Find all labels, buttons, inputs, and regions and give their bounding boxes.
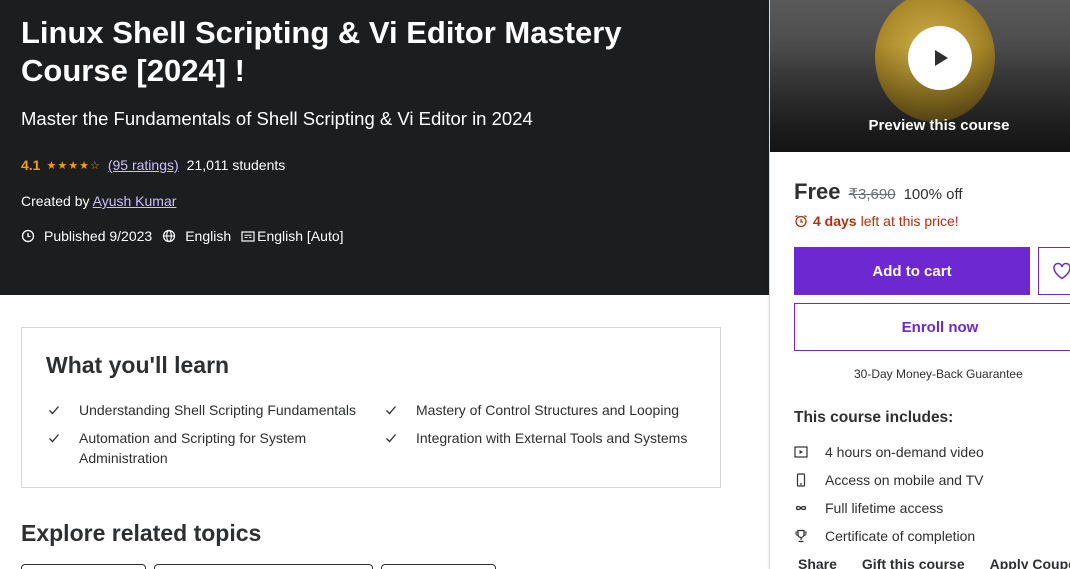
- includes-title: This course includes:: [794, 409, 954, 426]
- globe-icon: [163, 229, 176, 243]
- star-icon: ★: [68, 159, 79, 172]
- include-item-label: Certificate of completion: [825, 528, 976, 544]
- learn-item: Mastery of Control Structures and Loopin…: [385, 400, 705, 420]
- explore-title: Explore related topics: [21, 520, 262, 546]
- infinity-icon: [795, 505, 807, 511]
- play-button[interactable]: [908, 26, 972, 90]
- created-by-label: Created by: [21, 193, 90, 209]
- author-link[interactable]: Ayush Kumar: [93, 193, 177, 209]
- learn-item: Integration with External Tools and Syst…: [385, 428, 705, 448]
- deadline-text: left at this price!: [860, 213, 959, 229]
- video-icon: [794, 446, 808, 458]
- money-back-guarantee: 30-Day Money-Back Guarantee: [854, 367, 1023, 381]
- captions-icon: [241, 231, 255, 242]
- heart-icon: [1053, 262, 1070, 280]
- learn-item-text: Understanding Shell Scripting Fundamenta…: [79, 402, 357, 418]
- check-icon: [49, 434, 59, 443]
- star-icon: ★: [46, 159, 57, 172]
- learn-title: What you'll learn: [46, 352, 230, 378]
- ratings-link[interactable]: (95 ratings): [108, 157, 179, 173]
- students-count: 21,011 students: [186, 157, 286, 173]
- include-item: Access on mobile and TV: [794, 466, 984, 494]
- rating-value: 4.1: [21, 157, 41, 173]
- course-captions: English [Auto]: [257, 228, 344, 244]
- published-item: Published 9/2023: [21, 228, 152, 244]
- learn-item-text: Automation and Scripting for System Admi…: [79, 430, 307, 466]
- discount-percent: 100% off: [903, 186, 963, 203]
- enroll-now-button[interactable]: Enroll now: [794, 303, 1070, 351]
- course-title: Linux Shell Scripting & Vi Editor Master…: [21, 15, 622, 88]
- topic-pill[interactable]: [154, 564, 373, 569]
- enroll-now-label: Enroll now: [901, 318, 979, 336]
- published-date: Published 9/2023: [44, 228, 153, 244]
- current-price: Free: [794, 179, 841, 204]
- star-outline-icon: ☆: [89, 159, 100, 172]
- include-item-label: 4 hours on-demand video: [825, 444, 984, 460]
- alarm-clock-icon: [795, 215, 807, 228]
- topic-pill[interactable]: [381, 564, 496, 569]
- rating-stars: ★ ★ ★ ★ ☆: [46, 159, 99, 172]
- course-preview[interactable]: Preview this course: [770, 0, 1070, 152]
- gift-course-link[interactable]: Gift this course: [862, 556, 965, 569]
- include-item: Full lifetime access: [794, 494, 984, 522]
- check-icon: [386, 434, 396, 443]
- star-icon: ★: [79, 159, 89, 172]
- check-icon: [386, 406, 396, 415]
- learn-item-text: Mastery of Control Structures and Loopin…: [416, 402, 680, 418]
- course-subtitle: Master the Fundamentals of Shell Scripti…: [21, 108, 533, 129]
- language-item: English: [162, 228, 231, 244]
- include-item: 4 hours on-demand video: [794, 438, 984, 466]
- price-deadline: 4 days left at this price!: [794, 213, 959, 229]
- learn-item: Automation and Scripting for System Admi…: [48, 428, 348, 468]
- star-icon: ★: [57, 159, 68, 172]
- course-language: English: [185, 228, 232, 244]
- share-link[interactable]: Share: [798, 556, 837, 569]
- check-icon: [49, 406, 59, 415]
- mobile-icon: [796, 473, 806, 487]
- what-you-learn-box: What you'll learn Understanding Shell Sc…: [21, 327, 721, 488]
- include-item-label: Full lifetime access: [825, 500, 944, 516]
- add-to-cart-button[interactable]: Add to cart: [794, 247, 1030, 295]
- purchase-sidebar: Preview this course Free ₹3,690 100% off…: [769, 0, 1070, 569]
- include-item-label: Access on mobile and TV: [825, 472, 984, 488]
- rating-row: 4.1 ★ ★ ★ ★ ☆ (95 ratings) 21,011 studen…: [21, 157, 285, 173]
- learn-item-text: Integration with External Tools and Syst…: [416, 430, 688, 446]
- trophy-icon: [795, 529, 807, 543]
- preview-label: Preview this course: [868, 117, 1010, 134]
- created-by: Created by Ayush Kumar: [21, 193, 176, 209]
- play-icon: [935, 50, 948, 66]
- original-price: ₹3,690: [848, 186, 896, 203]
- includes-list: 4 hours on-demand video Access on mobile…: [794, 438, 984, 550]
- topic-pill[interactable]: [21, 564, 146, 569]
- course-meta: Published 9/2023 English English [Auto]: [21, 228, 354, 244]
- deadline-days: 4 days: [813, 213, 857, 229]
- sidebar-actions: Share Gift this course Apply Coupon: [798, 556, 1070, 569]
- learn-item: Understanding Shell Scripting Fundamenta…: [48, 400, 368, 420]
- captions-item: English [Auto]: [241, 228, 344, 244]
- price-row: Free ₹3,690 100% off: [794, 179, 963, 205]
- apply-coupon-link[interactable]: Apply Coupon: [990, 556, 1070, 569]
- include-item: Certificate of completion: [794, 522, 984, 550]
- wishlist-button[interactable]: [1038, 247, 1070, 295]
- alert-clock-icon: [21, 229, 35, 243]
